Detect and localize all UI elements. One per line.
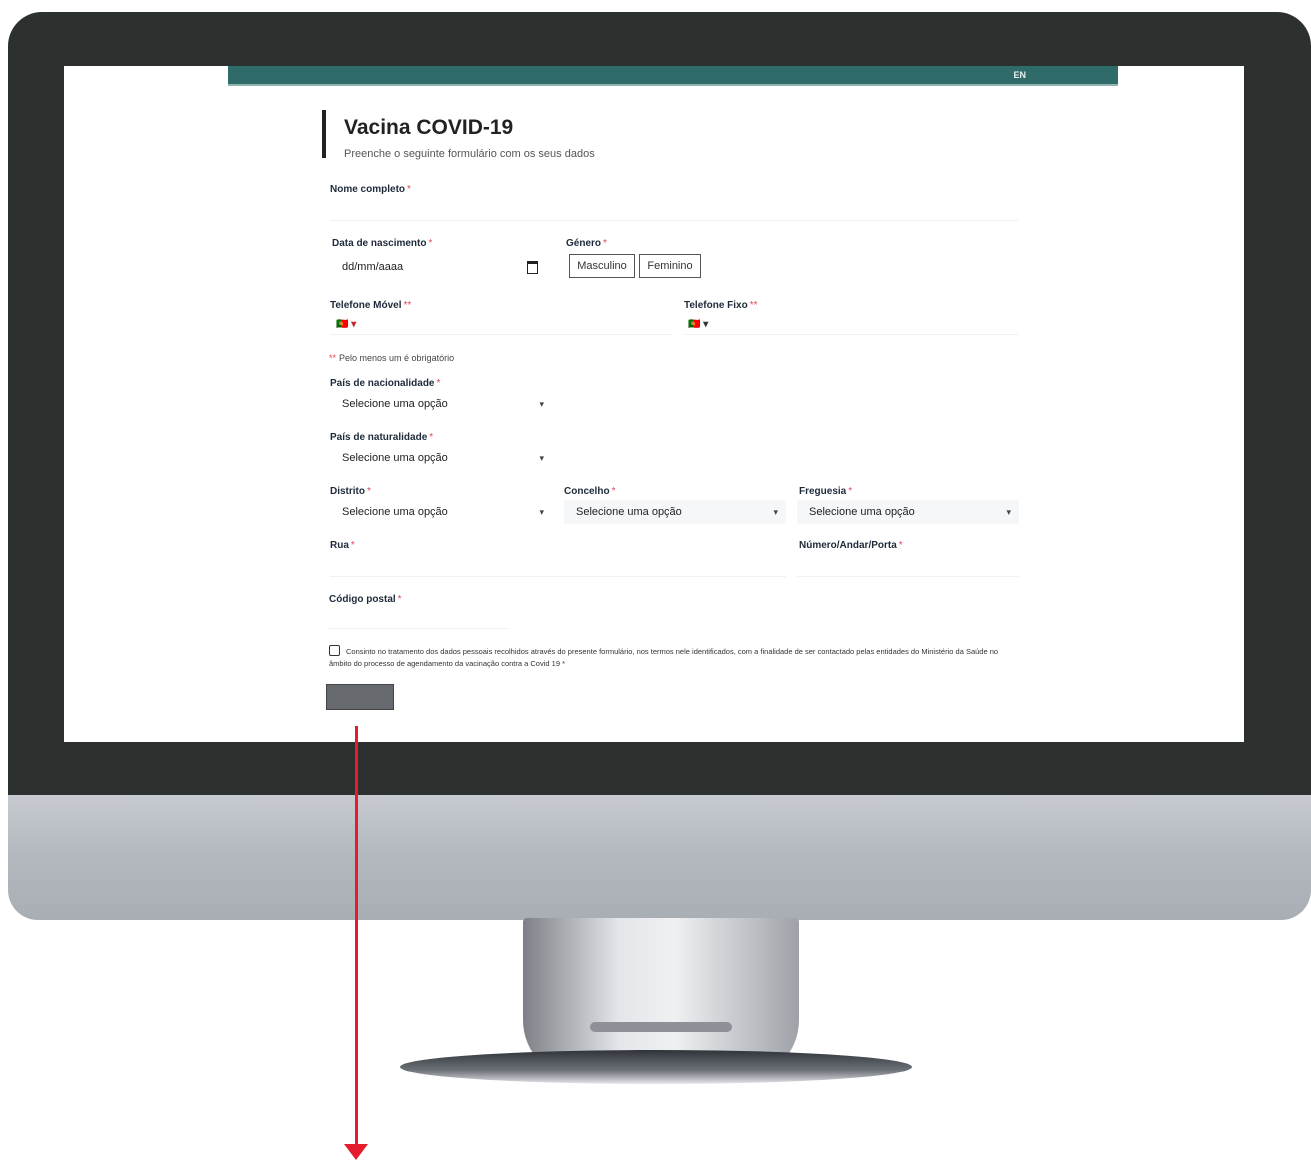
chevron-down-icon: ▾ (539, 506, 544, 517)
birth-date-label: Data de nascimento * (332, 238, 433, 249)
mobile-phone-label: Telefone Móvel ** (330, 300, 412, 311)
parish-label: Freguesia * (799, 486, 853, 497)
parish-select-value: Selecione uma opção (809, 506, 915, 518)
phone-requirement-note: ** Pelo menos um é obrigatório (329, 353, 455, 363)
birth-country-select-value: Selecione uma opção (342, 452, 448, 464)
district-select[interactable]: Selecione uma opção ▾ (330, 500, 552, 524)
gender-label: Género * (566, 238, 607, 249)
birth-country-label: País de naturalidade * (330, 432, 434, 443)
calendar-icon[interactable] (527, 260, 538, 274)
submit-button[interactable] (326, 684, 394, 710)
parish-select[interactable]: Selecione uma opção ▾ (797, 500, 1019, 524)
district-label: Distrito * (330, 486, 371, 497)
county-select-value: Selecione uma opção (576, 506, 682, 518)
county-select[interactable]: Selecione uma opção ▾ (564, 500, 786, 524)
page-subtitle: Preenche o seguinte formulário com os se… (344, 148, 595, 160)
chevron-down-icon: ▾ (773, 506, 778, 517)
landline-phone-input[interactable] (684, 312, 1018, 335)
chevron-down-icon: ▾ (539, 398, 544, 409)
monitor-foot (400, 1050, 912, 1084)
nationality-select-value: Selecione uma opção (342, 398, 448, 410)
monitor-chin (8, 795, 1311, 920)
consent-text: Consinto no tratamento dos dados pessoai… (329, 647, 999, 668)
birth-country-select[interactable]: Selecione uma opção ▾ (330, 446, 552, 470)
annotation-arrow-line (355, 726, 358, 1146)
postal-code-input[interactable] (329, 606, 509, 629)
number-floor-door-label: Número/Andar/Porta * (799, 540, 903, 551)
full-name-input[interactable] (330, 198, 1018, 221)
chevron-down-icon: ▾ (1006, 506, 1011, 517)
gender-male-button[interactable]: Masculino (569, 254, 635, 278)
postal-code-label: Código postal * (329, 594, 402, 605)
title-accent-bar (322, 110, 326, 158)
site-header: EN (228, 66, 1118, 86)
street-label: Rua * (330, 540, 355, 551)
chevron-down-icon: ▾ (539, 452, 544, 463)
stand-slot (590, 1022, 732, 1032)
district-select-value: Selecione uma opção (342, 506, 448, 518)
language-switch[interactable]: EN (1013, 70, 1026, 80)
nationality-label: País de nacionalidade * (330, 378, 441, 389)
browser-screen: EN Vacina COVID-19 Preenche o seguinte f… (64, 66, 1244, 742)
birth-date-input[interactable]: dd/mm/aaaa (332, 256, 544, 278)
mobile-phone-input[interactable] (330, 312, 672, 335)
nationality-select[interactable]: Selecione uma opção ▾ (330, 392, 552, 416)
page-title: Vacina COVID-19 (344, 116, 514, 139)
street-input[interactable] (330, 554, 786, 577)
annotation-arrow-head (344, 1144, 368, 1160)
number-floor-door-input[interactable] (797, 554, 1019, 577)
gender-female-button[interactable]: Feminino (639, 254, 701, 278)
landline-phone-label: Telefone Fixo ** (684, 300, 758, 311)
county-label: Concelho * (564, 486, 616, 497)
full-name-label: Nome completo * (330, 184, 411, 195)
birth-date-placeholder: dd/mm/aaaa (342, 261, 404, 273)
